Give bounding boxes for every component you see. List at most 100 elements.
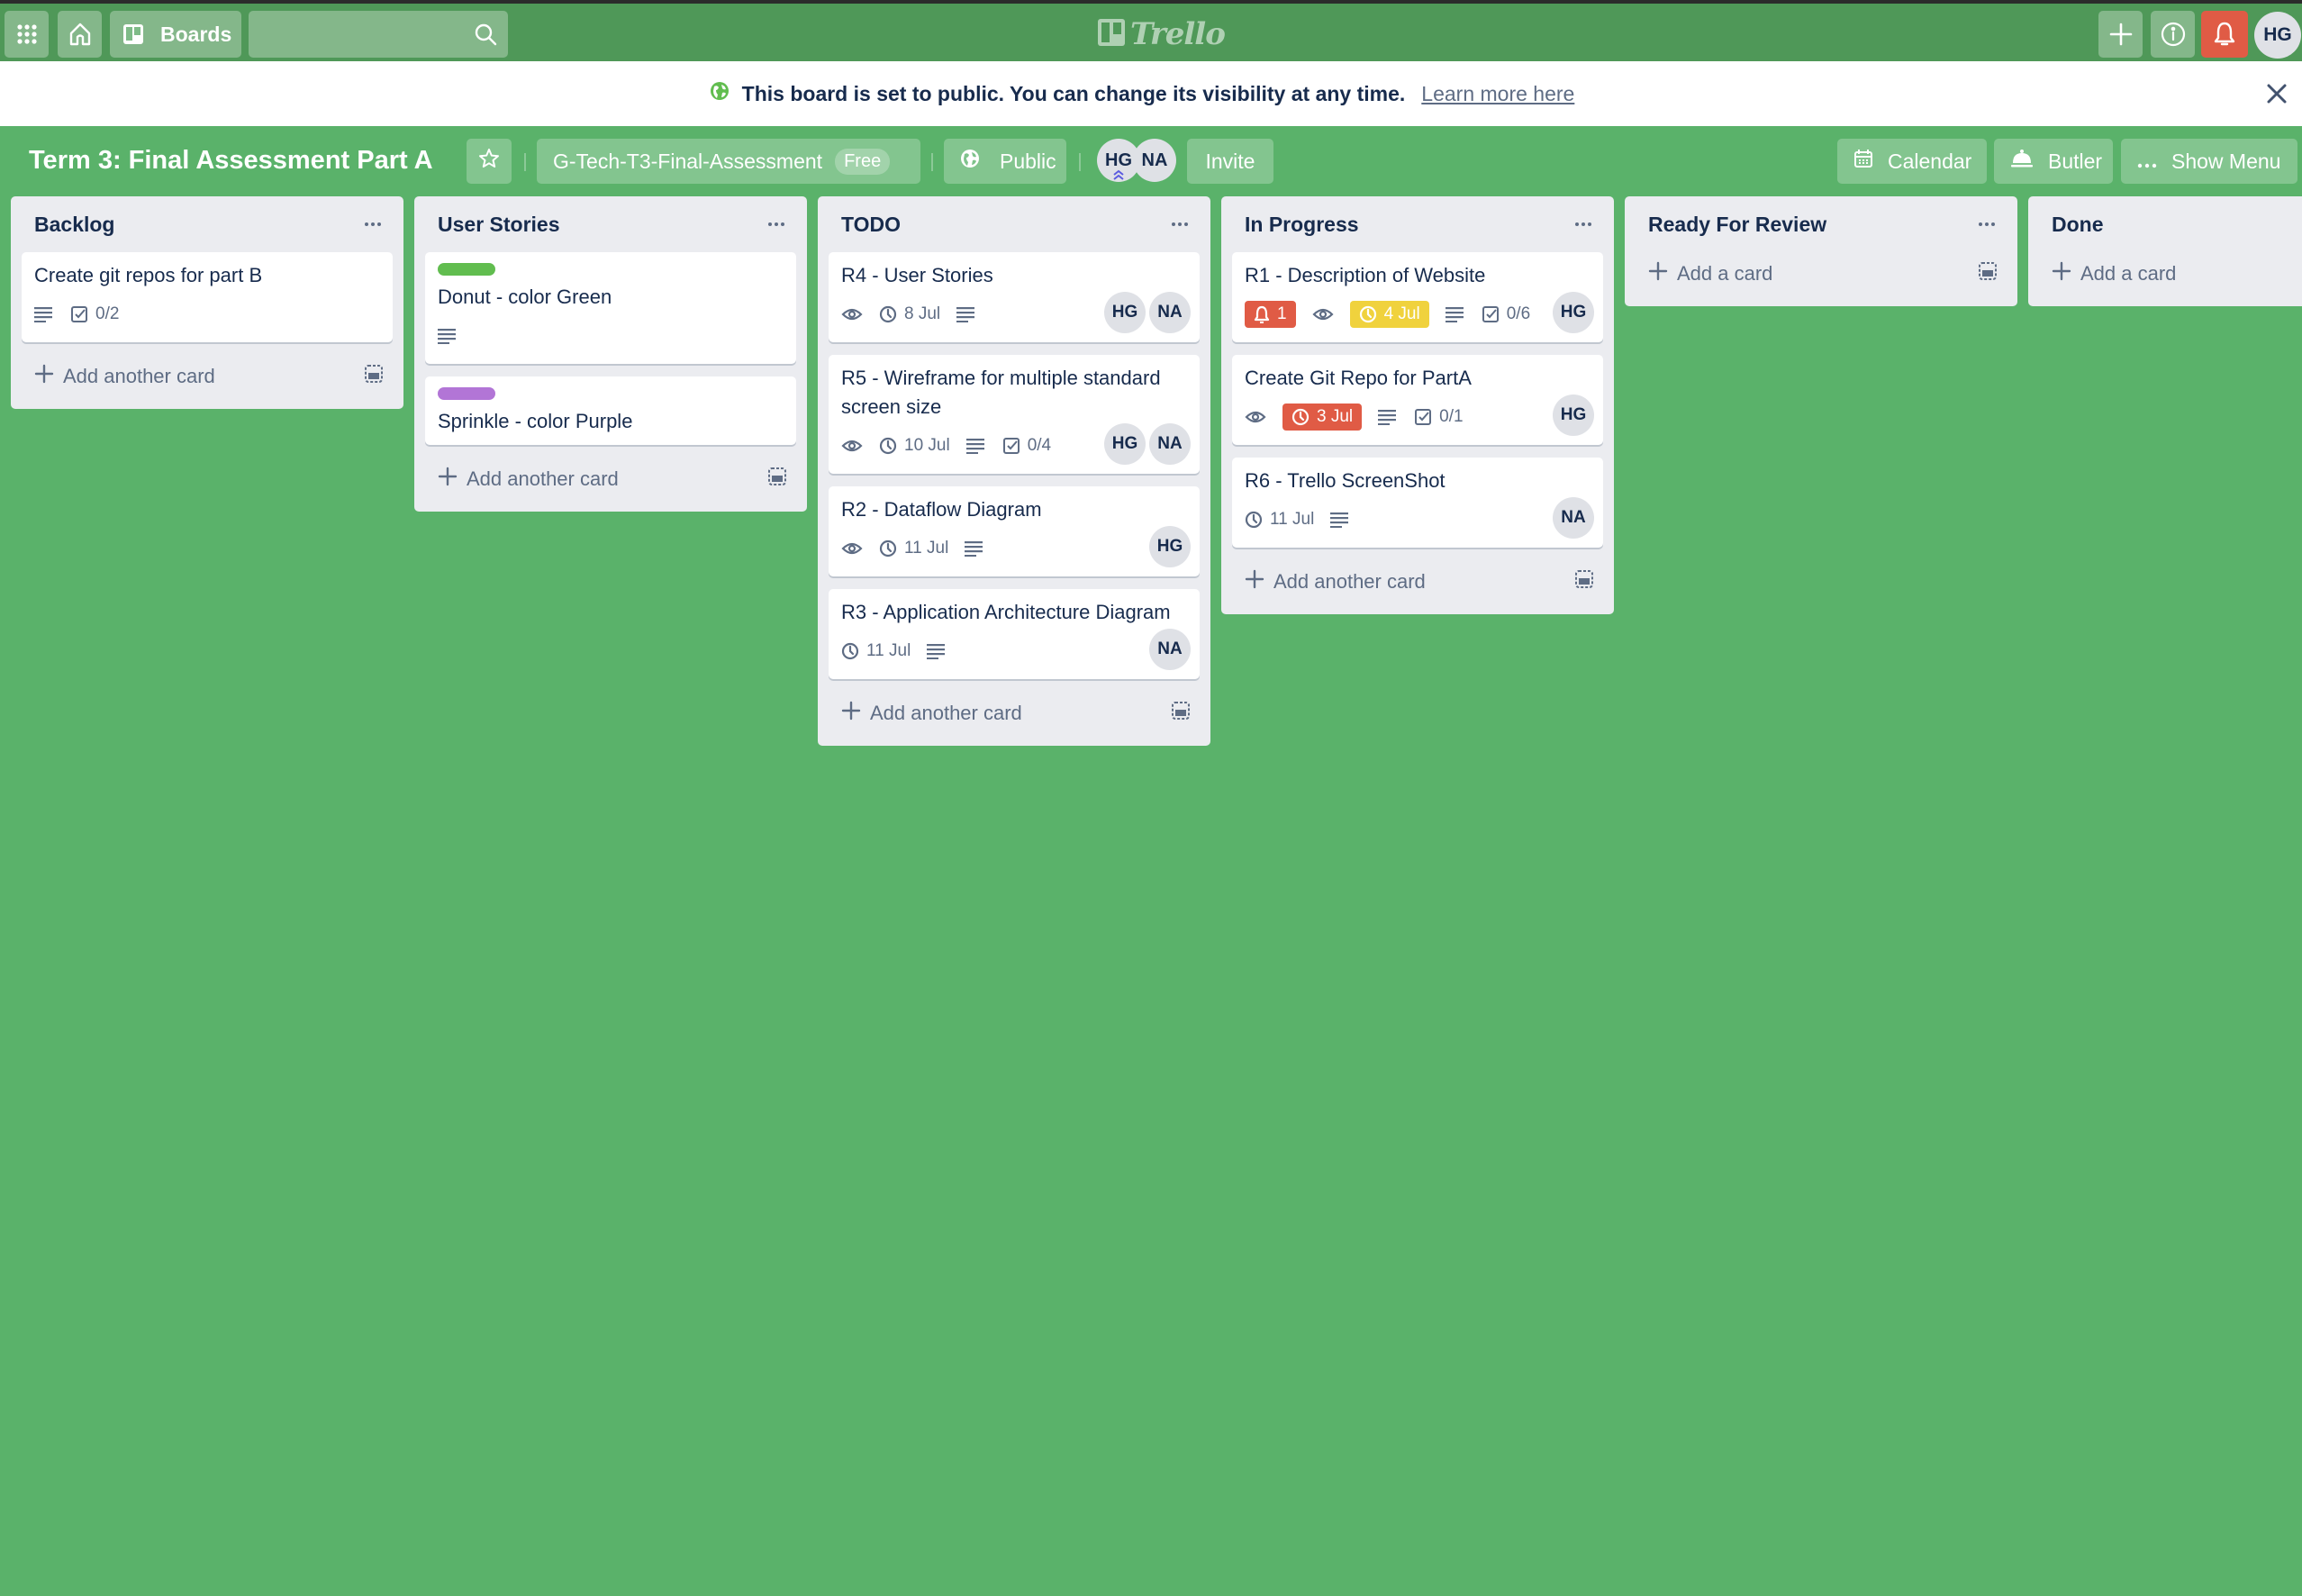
- notifications-button[interactable]: [2201, 11, 2248, 58]
- home-button[interactable]: [58, 11, 102, 58]
- add-card-label: Add another card: [467, 467, 619, 490]
- member-avatar[interactable]: NA: [1149, 423, 1191, 465]
- board-title[interactable]: Term 3: Final Assessment Part A: [29, 146, 433, 176]
- list-menu-button[interactable]: [364, 210, 382, 231]
- boards-label: Boards: [160, 22, 232, 46]
- user-avatar[interactable]: HG: [2254, 12, 2301, 59]
- list-title[interactable]: Backlog: [34, 213, 114, 237]
- card[interactable]: Create Git Repo for PartA 3 Jul 0/1 HG: [1232, 355, 1603, 445]
- member-avatar[interactable]: HG: [1104, 423, 1146, 465]
- add-card-label: Add a card: [2080, 262, 2177, 285]
- card-template-button[interactable]: [1978, 261, 1998, 286]
- due-date-badge[interactable]: 3 Jul: [1282, 404, 1363, 431]
- calendar-button[interactable]: Calendar: [1837, 139, 1987, 184]
- due-date-badge[interactable]: 11 Jul: [879, 539, 948, 558]
- visibility-button[interactable]: Public: [944, 139, 1066, 184]
- description-icon: [1330, 512, 1350, 528]
- card[interactable]: R2 - Dataflow Diagram 11 Jul HG: [829, 486, 1200, 576]
- checkbox-icon: [1482, 305, 1500, 323]
- list-menu-button[interactable]: [1574, 210, 1592, 231]
- card[interactable]: R4 - User Stories 8 Jul HG NA: [829, 252, 1200, 342]
- description-icon: [1378, 409, 1398, 425]
- list-menu-button[interactable]: [1978, 210, 1996, 231]
- due-date-badge[interactable]: 11 Jul: [1245, 510, 1314, 530]
- member-initials: HG: [1105, 150, 1132, 170]
- invite-button[interactable]: Invite: [1187, 139, 1273, 184]
- description-icon: [438, 328, 458, 344]
- information-button[interactable]: [2151, 11, 2195, 58]
- learn-more-link[interactable]: Learn more here: [1421, 82, 1574, 106]
- list-title[interactable]: Done: [2052, 213, 2104, 237]
- plus-icon: [841, 701, 861, 726]
- due-date-badge[interactable]: 11 Jul: [841, 641, 911, 661]
- search-icon[interactable]: [474, 23, 497, 46]
- member-avatar[interactable]: HG: [1149, 526, 1191, 567]
- list-menu-button[interactable]: [767, 210, 785, 231]
- description-icon: [956, 306, 976, 322]
- card[interactable]: Donut - color Green: [425, 252, 796, 364]
- card[interactable]: Sprinkle - color Purple: [425, 376, 796, 445]
- checklist-badge: 0/2: [70, 304, 119, 324]
- card[interactable]: R6 - Trello ScreenShot 11 Jul NA: [1232, 458, 1603, 548]
- trello-logo[interactable]: Trello: [1098, 14, 1226, 54]
- member-avatar[interactable]: HG: [1553, 292, 1594, 333]
- card-label[interactable]: [438, 387, 495, 400]
- card[interactable]: R5 - Wireframe for multiple standard scr…: [829, 355, 1200, 474]
- close-banner-button[interactable]: [2262, 79, 2291, 108]
- due-date-badge[interactable]: 8 Jul: [879, 304, 940, 324]
- show-menu-button[interactable]: Show Menu: [2121, 139, 2297, 184]
- member-avatar[interactable]: NA: [1149, 629, 1191, 670]
- card-members: HG: [1553, 292, 1594, 333]
- list-title[interactable]: Ready For Review: [1648, 213, 1826, 237]
- card-template-button[interactable]: [364, 364, 384, 389]
- add-card-button[interactable]: Add another card: [829, 692, 1200, 735]
- card-members: HG NA: [1104, 292, 1191, 333]
- star-board-button[interactable]: [467, 139, 512, 184]
- list-title[interactable]: TODO: [841, 213, 901, 237]
- eye-icon: [1245, 409, 1266, 425]
- calendar-label: Calendar: [1888, 149, 1972, 173]
- card-template-button[interactable]: [767, 467, 787, 492]
- add-card-label-group: Add another card: [1245, 569, 1426, 594]
- member-avatar[interactable]: HG: [1104, 292, 1146, 333]
- list-header: TODO: [829, 196, 1200, 252]
- list-todo: TODO R4 - User Stories 8 Jul HG NA R5 - Wiref…: [818, 196, 1210, 746]
- card-badges: 3 Jul 0/1: [1245, 398, 1592, 436]
- add-card-button[interactable]: Add another card: [1232, 560, 1603, 603]
- more-icon: [768, 222, 784, 226]
- card-template-button[interactable]: [1574, 569, 1594, 594]
- boards-button[interactable]: Boards: [110, 11, 241, 58]
- team-button[interactable]: G-Tech-T3-Final-Assessment Free: [537, 139, 920, 184]
- member-avatar[interactable]: NA: [1553, 497, 1594, 539]
- card[interactable]: Create git repos for part B 0/2: [22, 252, 393, 342]
- list-title[interactable]: User Stories: [438, 213, 560, 237]
- create-button[interactable]: [2098, 11, 2143, 58]
- add-card-button[interactable]: Add another card: [22, 355, 393, 398]
- member-avatar[interactable]: NA: [1149, 292, 1191, 333]
- card[interactable]: R1 - Description of Website 1 4 Jul 0/6 HG: [1232, 252, 1603, 342]
- card[interactable]: R3 - Application Architecture Diagram 11 …: [829, 589, 1200, 679]
- calendar-icon: [1853, 149, 1873, 174]
- list-menu-button[interactable]: [1171, 210, 1189, 231]
- butler-button[interactable]: Butler: [1994, 139, 2113, 184]
- top-navigation-bar: Boards Trello HG: [0, 0, 2302, 61]
- due-date-badge[interactable]: 4 Jul: [1349, 301, 1429, 328]
- card-label[interactable]: [438, 263, 495, 276]
- card-template-button[interactable]: [1171, 701, 1191, 726]
- list-header: User Stories: [425, 196, 796, 252]
- add-card-button[interactable]: Add another card: [425, 458, 796, 501]
- add-card-label-group: Add a card: [2052, 261, 2176, 286]
- board-member-avatar[interactable]: NA: [1133, 139, 1176, 182]
- add-card-label-group: Add another card: [438, 467, 619, 492]
- plus-icon: [2109, 23, 2133, 46]
- member-avatar[interactable]: HG: [1553, 394, 1594, 436]
- add-card-button[interactable]: Add a card: [2039, 252, 2302, 295]
- clock-icon: [1291, 408, 1310, 426]
- add-card-button[interactable]: Add a card: [1636, 252, 2007, 295]
- search-box[interactable]: [249, 11, 508, 58]
- list-title[interactable]: In Progress: [1245, 213, 1359, 237]
- search-input[interactable]: [249, 11, 508, 58]
- due-date-badge[interactable]: 10 Jul: [879, 436, 950, 456]
- apps-switcher-button[interactable]: [5, 11, 49, 58]
- butler-label: Butler: [2048, 149, 2103, 173]
